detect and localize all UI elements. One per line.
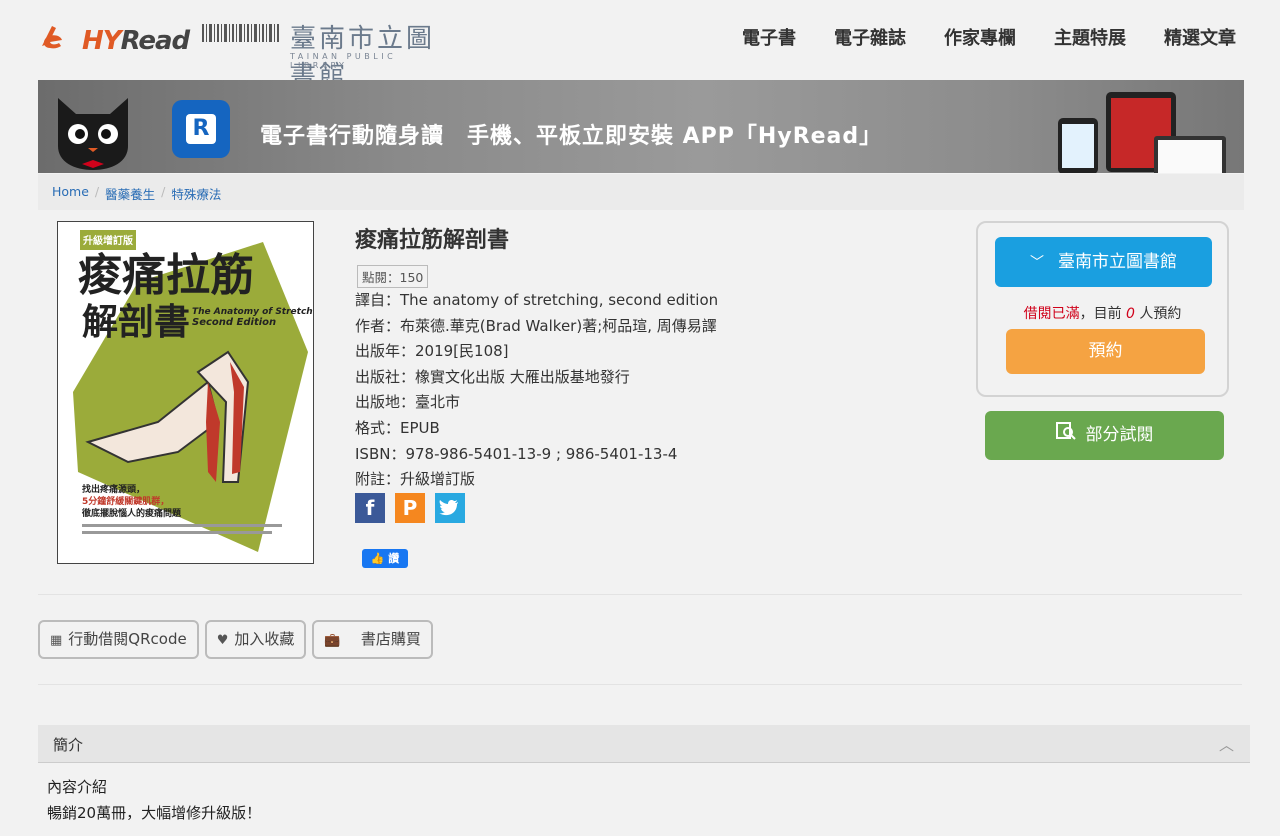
divider	[38, 684, 1242, 685]
library-select-button[interactable]: ﹀ 臺南市立圖書館	[995, 237, 1212, 287]
add-favorite-button[interactable]: ♥ 加入收藏	[204, 620, 307, 659]
intro-line: 內容介紹	[47, 778, 108, 796]
site-header: HYRead 臺南市立圖書館 TAINAN PUBLIC LIBRARY 電子書…	[0, 0, 1280, 91]
breadcrumb: Home / 醫藥養生 / 特殊療法	[38, 174, 1244, 210]
library-subtitle: TAINAN PUBLIC LIBRARY	[290, 52, 397, 70]
cover-title-line1: 痠痛拉筋	[78, 250, 254, 301]
chevron-down-icon: ﹀	[1030, 255, 1044, 271]
hyread-logo[interactable]: HYRead	[38, 18, 190, 62]
intro-section-header[interactable]: 簡介 ︿	[38, 725, 1250, 763]
nav-magazines[interactable]: 電子雜誌	[834, 24, 906, 50]
nav-ebooks[interactable]: 電子書	[742, 24, 796, 50]
nav-themes[interactable]: 主題特展	[1054, 24, 1126, 50]
share-buttons: f P	[355, 493, 465, 523]
app-letter: R	[186, 114, 216, 144]
facebook-share-icon[interactable]: f	[355, 493, 385, 523]
cover-tagline1: 找出疼痛源頭，	[82, 483, 145, 495]
breadcrumb-separator: /	[94, 184, 100, 199]
nav-authors[interactable]: 作家專欄	[944, 24, 1016, 50]
meta-note: 附註：升級增訂版	[355, 470, 476, 489]
buy-store-button[interactable]: 💼 書店購買	[312, 620, 433, 659]
borrow-status: 借閱已滿，目前 0 人預約	[1023, 306, 1182, 322]
cover-subtitle-line2: Second Edition	[192, 317, 276, 328]
intro-content: 內容介紹 暢銷20萬冊，大幅增修升級版！	[47, 774, 261, 826]
banner-text: 電子書行動隨身讀 手機、平板立即安裝 APP「HyRead」	[260, 124, 883, 149]
meta-publisher: 出版社：橡實文化出版 大雁出版基地發行	[355, 367, 630, 386]
facebook-like-button[interactable]: 👍 讚	[362, 549, 408, 568]
heart-icon: ♥	[216, 633, 229, 648]
app-promo-banner[interactable]: R 電子書行動隨身讀 手機、平板立即安裝 APP「HyRead」	[38, 80, 1244, 173]
cover-badge: 升級增訂版	[83, 234, 133, 247]
main-nav: 電子書 電子雜誌 作家專欄 主題特展 精選文章	[742, 24, 1236, 50]
meta-format: 格式：EPUB	[355, 418, 440, 437]
library-emblem-icon	[202, 24, 279, 42]
meta-author: 作者：布萊德.華克(Brad Walker)著;柯品瑄, 周傳易譯	[355, 316, 717, 335]
qrcode-button[interactable]: ▦ 行動借閱QRcode	[38, 620, 199, 659]
book-metadata: 譯自：The anatomy of stretching, second edi…	[355, 288, 718, 493]
hyread-logo-text: HYRead	[82, 26, 190, 56]
cover-title-line2: 解剖書	[82, 301, 190, 343]
qrcode-icon: ▦	[50, 633, 63, 648]
breadcrumb-category[interactable]: 醫藥養生	[105, 184, 155, 202]
trial-read-button[interactable]: 部分試閱	[985, 411, 1224, 460]
cover-tagline2: 5分鐘舒緩關鍵肌群，	[82, 495, 169, 507]
nav-articles[interactable]: 精選文章	[1164, 24, 1236, 50]
chevron-up-icon[interactable]: ︿	[1219, 734, 1234, 755]
breadcrumb-home[interactable]: Home	[52, 184, 89, 200]
view-count-badge: 點閱：150	[357, 265, 429, 288]
intro-heading: 簡介	[53, 736, 84, 754]
devices-illustration-icon	[1058, 92, 1226, 173]
book-title: 痠痛拉筋解剖書	[355, 228, 510, 253]
ebook-e-icon	[42, 26, 62, 49]
meta-year: 出版年：2019[民108]	[355, 342, 509, 361]
book-cover-art: 升級增訂版 痠痛拉筋 解剖書 The Anatomy of Stretching…	[58, 222, 314, 563]
plurk-share-icon[interactable]: P	[395, 493, 425, 523]
breadcrumb-separator: /	[161, 184, 166, 199]
cat-mascot-icon	[58, 98, 128, 170]
borrow-panel: ﹀ 臺南市立圖書館 借閱已滿，目前 0 人預約 預約	[976, 221, 1229, 397]
meta-isbn: ISBN：978-986-5401-13-9 ; 986-5401-13-4	[355, 444, 678, 463]
book-cover[interactable]: 升級增訂版 痠痛拉筋 解剖書 The Anatomy of Stretching…	[57, 221, 314, 564]
briefcase-icon: 💼	[324, 633, 341, 648]
tainan-library-logo[interactable]: 臺南市立圖書館 TAINAN PUBLIC LIBRARY	[202, 18, 437, 91]
divider	[38, 594, 1242, 595]
meta-place: 出版地：臺北市	[355, 393, 461, 412]
action-buttons: ▦ 行動借閱QRcode ♥ 加入收藏 💼 書店購買	[38, 620, 433, 659]
cover-tagline3: 徹底擺脫惱人的痠痛問題	[81, 507, 182, 519]
meta-original-title: 譯自：The anatomy of stretching, second edi…	[355, 291, 719, 309]
twitter-share-icon[interactable]	[435, 493, 465, 523]
preview-book-icon	[1055, 411, 1076, 460]
breadcrumb-subcategory[interactable]: 特殊療法	[171, 184, 221, 202]
cover-subtitle-line1: The Anatomy of Stretching	[192, 307, 314, 317]
reserve-button[interactable]: 預約	[1006, 329, 1205, 374]
intro-line: 暢銷20萬冊，大幅增修升級版！	[47, 804, 262, 822]
